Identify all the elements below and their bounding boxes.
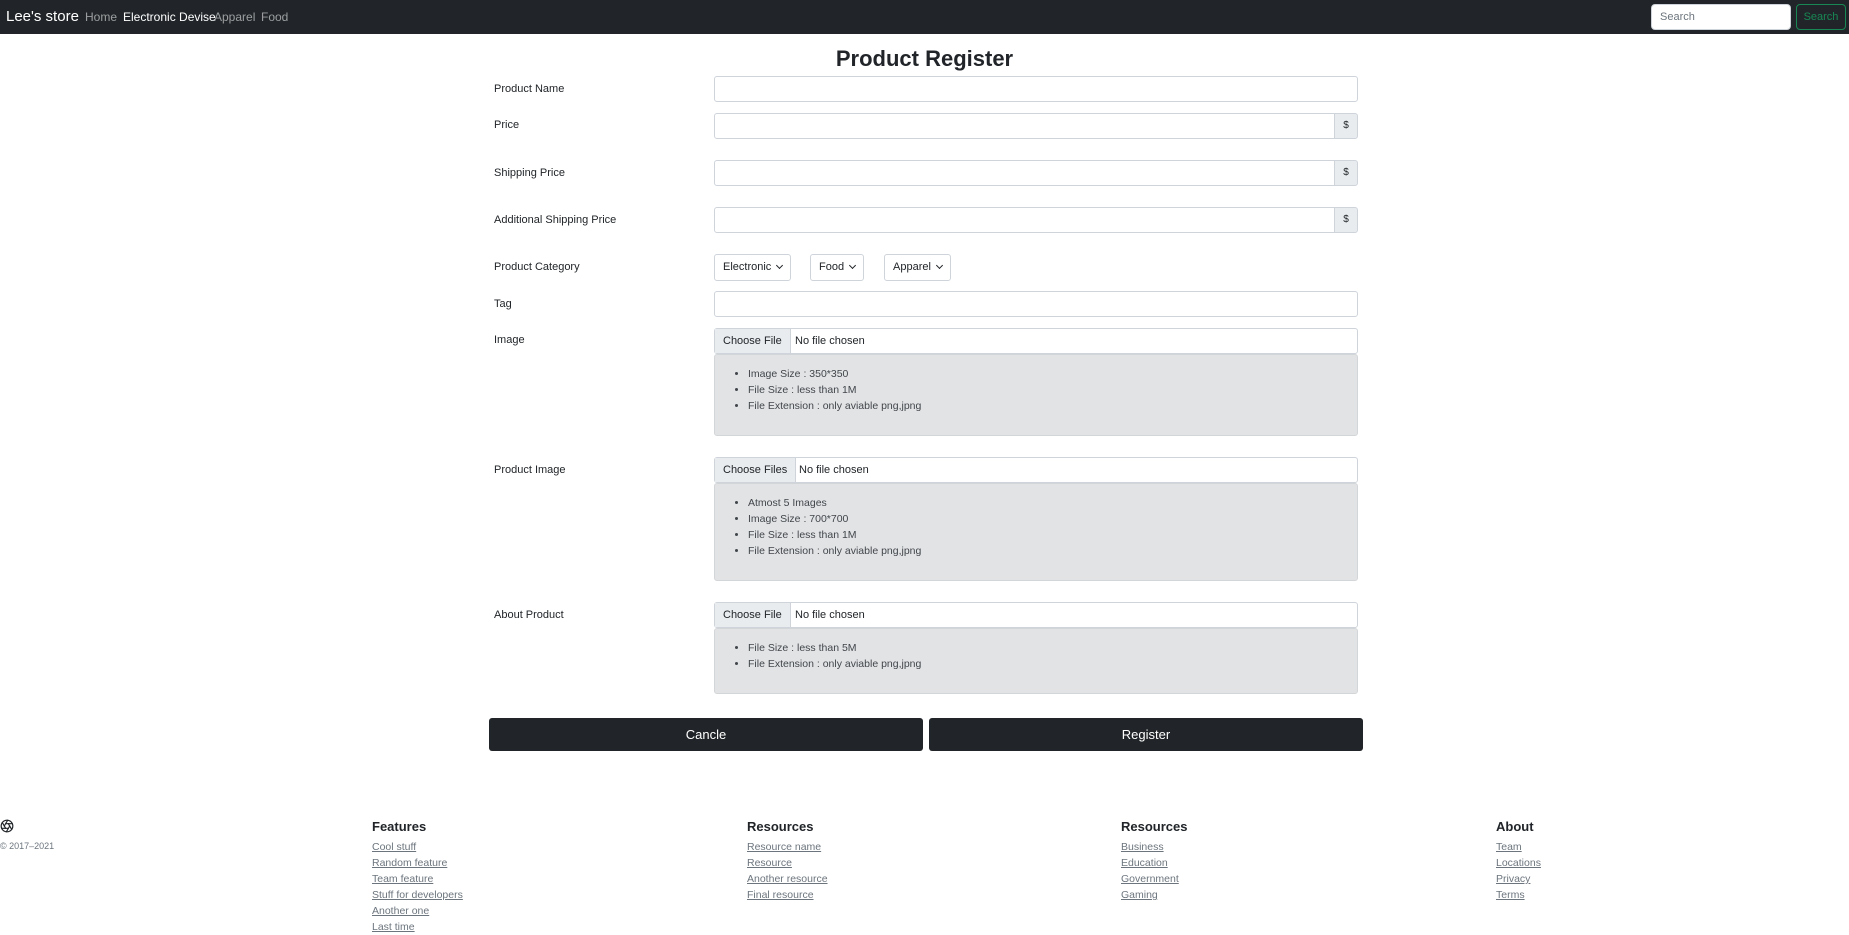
footer-column-features: Features Cool stuff Random feature Team … (372, 819, 463, 935)
footer-link[interactable]: Last time (372, 919, 463, 935)
nav-link-food[interactable]: Food (261, 10, 288, 24)
aperture-icon (0, 819, 14, 838)
product-image-rule-item: File Size : less than 1M (748, 527, 1357, 543)
product-image-rules-box: Atmost 5 Images Image Size : 700*700 Fil… (714, 483, 1358, 581)
navbar: Lee's store Home Electronic Devise Appar… (0, 0, 1849, 34)
footer-link[interactable]: Cool stuff (372, 839, 463, 855)
about-product-choose-file-button[interactable]: Choose File (715, 603, 791, 627)
product-image-label: Product Image (494, 464, 566, 476)
copyright-text: © 2017–2021 (0, 841, 55, 851)
footer-link[interactable]: Business (1121, 839, 1187, 855)
additional-shipping-price-input[interactable] (714, 207, 1335, 233)
chevron-down-icon (935, 261, 943, 270)
apparel-category-text: Apparel (893, 261, 931, 273)
product-category-label: Product Category (494, 261, 580, 273)
footer-link[interactable]: Another one (372, 903, 463, 919)
footer-column-resources-2: Resources Business Education Government … (1121, 819, 1187, 903)
tag-label: Tag (494, 298, 512, 310)
product-name-input[interactable] (714, 76, 1358, 102)
tag-input[interactable] (714, 291, 1358, 317)
search-button[interactable]: Search (1796, 4, 1846, 30)
image-file-input[interactable]: Choose File No file chosen (714, 328, 1358, 354)
image-rule-item: Image Size : 350*350 (748, 366, 1357, 382)
about-product-rule-item: File Extension : only aviable png,jpng (748, 656, 1357, 672)
search-input[interactable] (1651, 4, 1791, 30)
footer-link[interactable]: Final resource (747, 887, 828, 903)
footer-link[interactable]: Terms (1496, 887, 1541, 903)
image-file-status: No file chosen (795, 335, 865, 347)
chevron-down-icon (849, 261, 857, 270)
register-button[interactable]: Register (929, 718, 1363, 751)
price-currency-addon: $ (1334, 113, 1358, 139)
apparel-category-select[interactable]: Apparel (884, 254, 951, 281)
brand-link[interactable]: Lee's store (6, 8, 79, 25)
footer-link[interactable]: Team (1496, 839, 1541, 855)
footer-link[interactable]: Gaming (1121, 887, 1187, 903)
footer-link[interactable]: Resource name (747, 839, 828, 855)
about-product-rule-item: File Size : less than 5M (748, 640, 1357, 656)
footer-column-title: Features (372, 819, 427, 834)
food-category-select[interactable]: Food (810, 254, 865, 281)
footer-link[interactable]: Random feature (372, 855, 463, 871)
about-product-rules-box: File Size : less than 5M File Extension … (714, 628, 1358, 694)
shipping-price-currency-addon: $ (1334, 160, 1358, 186)
product-image-rule-item: Atmost 5 Images (748, 495, 1357, 511)
product-name-label: Product Name (494, 83, 565, 95)
footer-column-title: About (1496, 819, 1534, 834)
page-title: Product Register (835, 46, 1014, 71)
product-image-file-status: No file chosen (799, 464, 869, 476)
nav-link-electronic-devise[interactable]: Electronic Devise (123, 10, 216, 24)
footer-column-resources: Resources Resource name Resource Another… (747, 819, 828, 903)
footer-column-title: Resources (747, 819, 814, 834)
product-image-file-input[interactable]: Choose Files No file chosen (714, 457, 1358, 483)
shipping-price-label: Shipping Price (494, 167, 565, 179)
chevron-down-icon (776, 261, 784, 270)
cancel-button[interactable]: Cancle (489, 718, 923, 751)
additional-shipping-price-label: Additional Shipping Price (494, 214, 617, 226)
image-label: Image (494, 334, 525, 346)
nav-link-home[interactable]: Home (85, 10, 117, 24)
product-image-choose-files-button[interactable]: Choose Files (715, 458, 797, 482)
footer-link[interactable]: Another resource (747, 871, 828, 887)
product-image-rule-item: File Extension : only aviable png,jpng (748, 543, 1357, 559)
about-product-file-input[interactable]: Choose File No file chosen (714, 602, 1358, 628)
price-input[interactable] (714, 113, 1335, 139)
image-rules-box: Image Size : 350*350 File Size : less th… (714, 354, 1358, 436)
footer-link[interactable]: Privacy (1496, 871, 1541, 887)
about-product-file-status: No file chosen (795, 609, 865, 621)
nav-link-apparel[interactable]: Apparel (214, 10, 255, 24)
footer-link[interactable]: Resource (747, 855, 828, 871)
footer-column-title: Resources (1121, 819, 1188, 834)
price-label: Price (494, 119, 520, 131)
food-category-text: Food (819, 261, 845, 273)
image-choose-file-button[interactable]: Choose File (715, 329, 791, 353)
electronic-category-text: Electronic (723, 261, 772, 273)
footer-link[interactable]: Education (1121, 855, 1187, 871)
shipping-price-input[interactable] (714, 160, 1335, 186)
image-rule-item: File Size : less than 1M (748, 382, 1357, 398)
footer-link[interactable]: Stuff for developers (372, 887, 463, 903)
electronic-category-select[interactable]: Electronic (714, 254, 792, 281)
footer-link[interactable]: Government (1121, 871, 1187, 887)
footer-column-about: About Team Locations Privacy Terms (1496, 819, 1541, 903)
about-product-label: About Product (494, 609, 564, 621)
footer-link[interactable]: Team feature (372, 871, 463, 887)
additional-shipping-currency-addon: $ (1334, 207, 1358, 233)
footer-link[interactable]: Locations (1496, 855, 1541, 871)
image-rule-item: File Extension : only aviable png,jpng (748, 398, 1357, 414)
product-image-rule-item: Image Size : 700*700 (748, 511, 1357, 527)
